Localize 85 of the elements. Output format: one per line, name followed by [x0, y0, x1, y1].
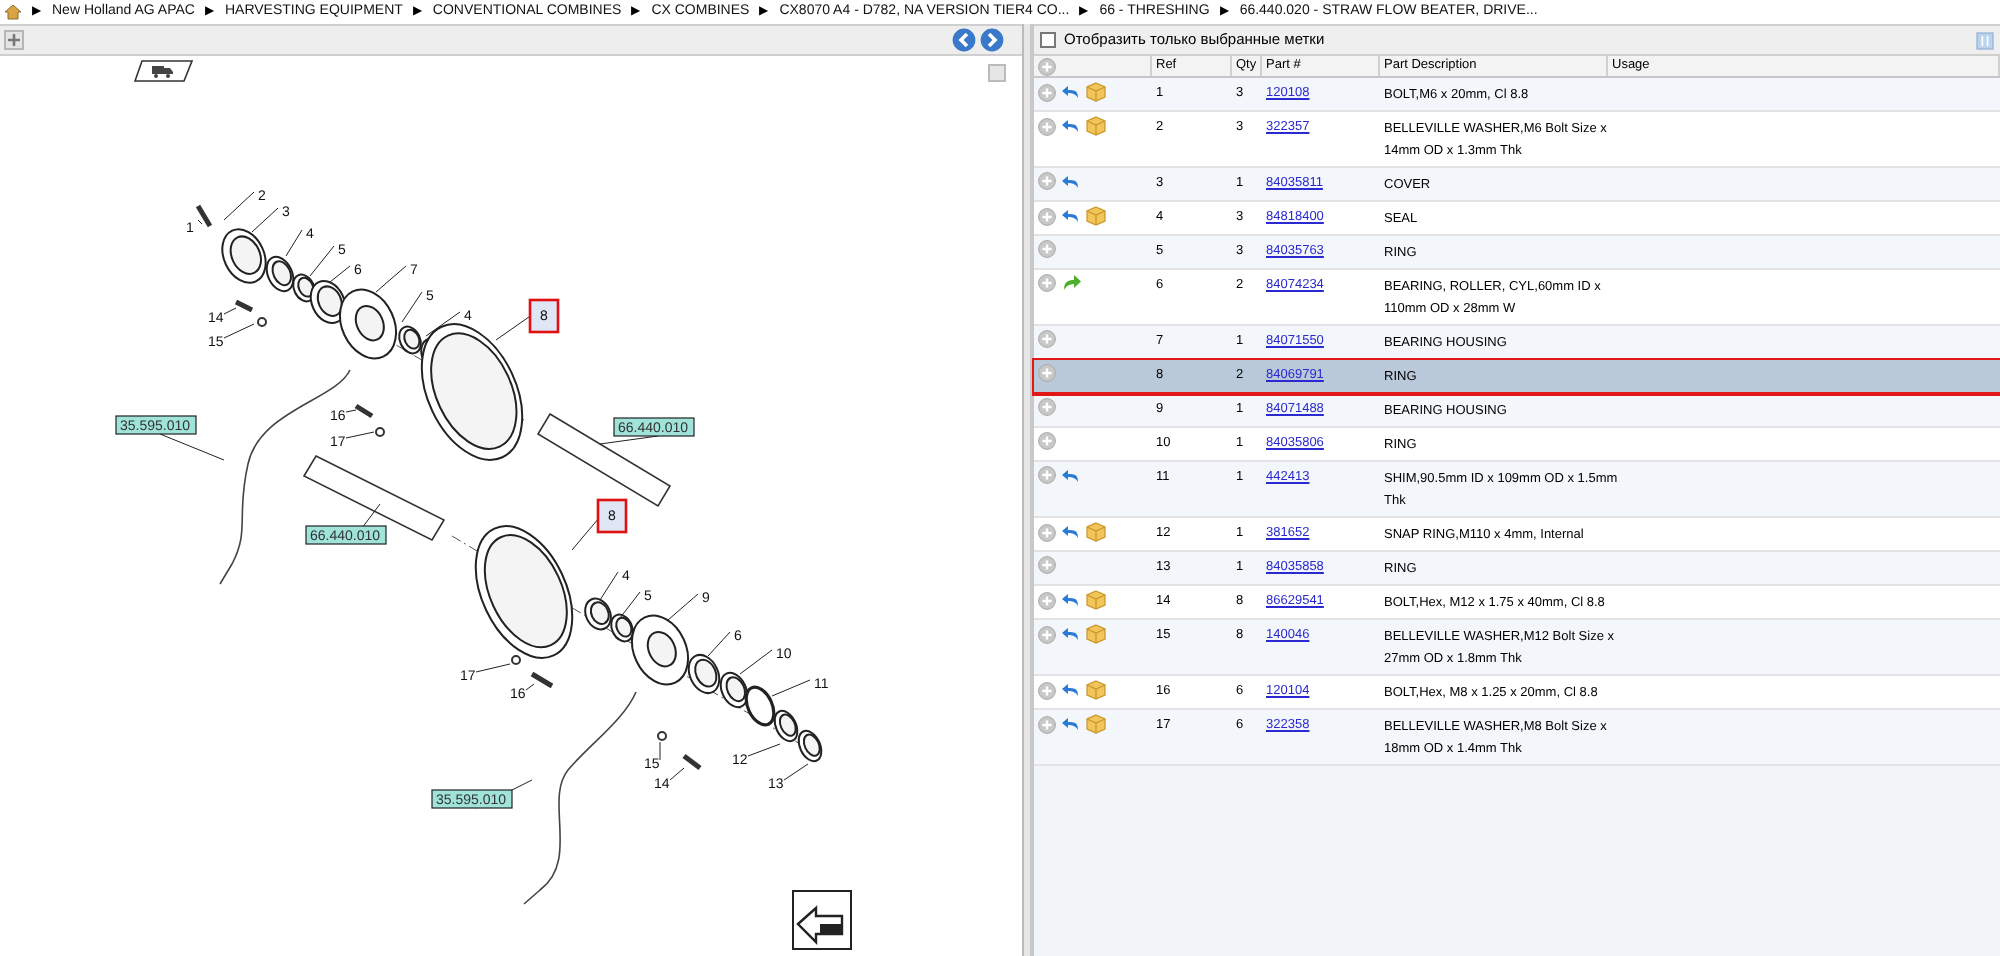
leader-line — [223, 323, 255, 339]
leader-line — [783, 763, 809, 781]
washer-drawing — [375, 427, 385, 437]
leader-line — [707, 631, 731, 657]
expand-icon[interactable] — [1038, 240, 1056, 258]
expand-icon[interactable] — [1038, 364, 1056, 382]
expand-icon[interactable] — [1038, 432, 1056, 450]
leader-line — [669, 767, 685, 781]
curved-arrow-icon[interactable] — [1062, 173, 1080, 189]
package-icon[interactable] — [1086, 116, 1106, 136]
leader-line — [619, 591, 641, 619]
curved-arrow-icon[interactable] — [1062, 208, 1080, 224]
columns-icon[interactable] — [1976, 31, 1994, 49]
filter-checkbox[interactable] — [1040, 32, 1056, 48]
expand-icon[interactable] — [1038, 466, 1056, 484]
leader-line — [285, 229, 303, 257]
package-icon[interactable] — [1086, 206, 1106, 226]
seal-drawing — [265, 255, 295, 293]
ring-drawing — [610, 613, 634, 643]
curved-arrow-icon[interactable] — [1062, 592, 1080, 608]
ring-drawing — [773, 709, 799, 743]
expand-icon[interactable] — [1038, 83, 1056, 101]
leader-line — [659, 741, 661, 761]
package-icon[interactable] — [1086, 680, 1106, 700]
expand-icon[interactable] — [1038, 591, 1056, 609]
curved-arrow-icon[interactable] — [1062, 84, 1080, 100]
curved-arrow-icon[interactable] — [1062, 274, 1082, 292]
washer-drawing — [511, 655, 521, 665]
leader-line — [345, 431, 375, 439]
shim-drawing — [719, 671, 749, 709]
bolt-drawing — [234, 299, 254, 313]
bearing-drawing — [687, 653, 721, 695]
ring-drawing — [797, 729, 823, 763]
expand-icon[interactable] — [1038, 172, 1056, 190]
curved-arrow-icon[interactable] — [1062, 467, 1080, 483]
leader-line — [223, 307, 237, 315]
expand-icon[interactable] — [1038, 398, 1056, 416]
curved-arrow-icon[interactable] — [1062, 118, 1080, 134]
bearing-housing-drawing — [631, 614, 689, 686]
leader-line — [251, 207, 279, 233]
leader-line — [667, 593, 699, 621]
package-icon[interactable] — [1086, 624, 1106, 644]
truck-button-icon[interactable] — [134, 60, 194, 82]
cover-drawing — [221, 228, 267, 284]
bolt-drawing — [354, 403, 374, 419]
leader-line — [739, 649, 773, 675]
expand-icon[interactable] — [1038, 625, 1056, 643]
bolt-drawing — [682, 754, 702, 770]
washer-drawing — [657, 731, 667, 741]
leader-line — [223, 191, 255, 221]
expand-icon[interactable] — [1038, 57, 1056, 75]
curved-arrow-icon[interactable] — [1062, 682, 1080, 698]
leader-line — [747, 743, 781, 757]
curved-arrow-icon[interactable] — [1062, 524, 1080, 540]
leader-line — [599, 571, 619, 601]
panel-toggle[interactable] — [988, 64, 1006, 82]
ring-drawing — [474, 525, 574, 659]
seal-drawing — [584, 597, 612, 631]
washer-drawing — [257, 317, 267, 327]
expand-icon[interactable] — [1038, 117, 1056, 135]
expand-icon[interactable] — [1038, 715, 1056, 733]
leader-line — [345, 409, 357, 413]
package-icon[interactable] — [1086, 82, 1106, 102]
snap-ring-drawing — [744, 685, 776, 727]
leader-line — [159, 433, 225, 461]
leader-line — [771, 679, 811, 697]
expand-icon[interactable] — [4, 30, 24, 50]
expand-icon[interactable] — [1038, 274, 1056, 292]
shaft-drawing — [302, 454, 446, 542]
leader-line — [525, 683, 535, 691]
curved-arrow-icon[interactable] — [1062, 626, 1080, 642]
package-icon[interactable] — [1086, 522, 1106, 542]
expand-icon[interactable] — [1038, 681, 1056, 699]
package-icon[interactable] — [1086, 714, 1106, 734]
bearing-housing-drawing — [339, 288, 397, 360]
home-icon[interactable] — [4, 4, 22, 20]
expand-icon[interactable] — [1038, 207, 1056, 225]
bolt-drawing — [195, 204, 213, 228]
expand-icon[interactable] — [1038, 556, 1056, 574]
bolt-drawing — [530, 671, 554, 689]
expand-icon[interactable] — [1038, 330, 1056, 348]
leader-line — [475, 663, 511, 673]
expand-icon[interactable] — [1038, 523, 1056, 541]
curved-arrow-icon[interactable] — [1062, 716, 1080, 732]
package-icon[interactable] — [1086, 590, 1106, 610]
